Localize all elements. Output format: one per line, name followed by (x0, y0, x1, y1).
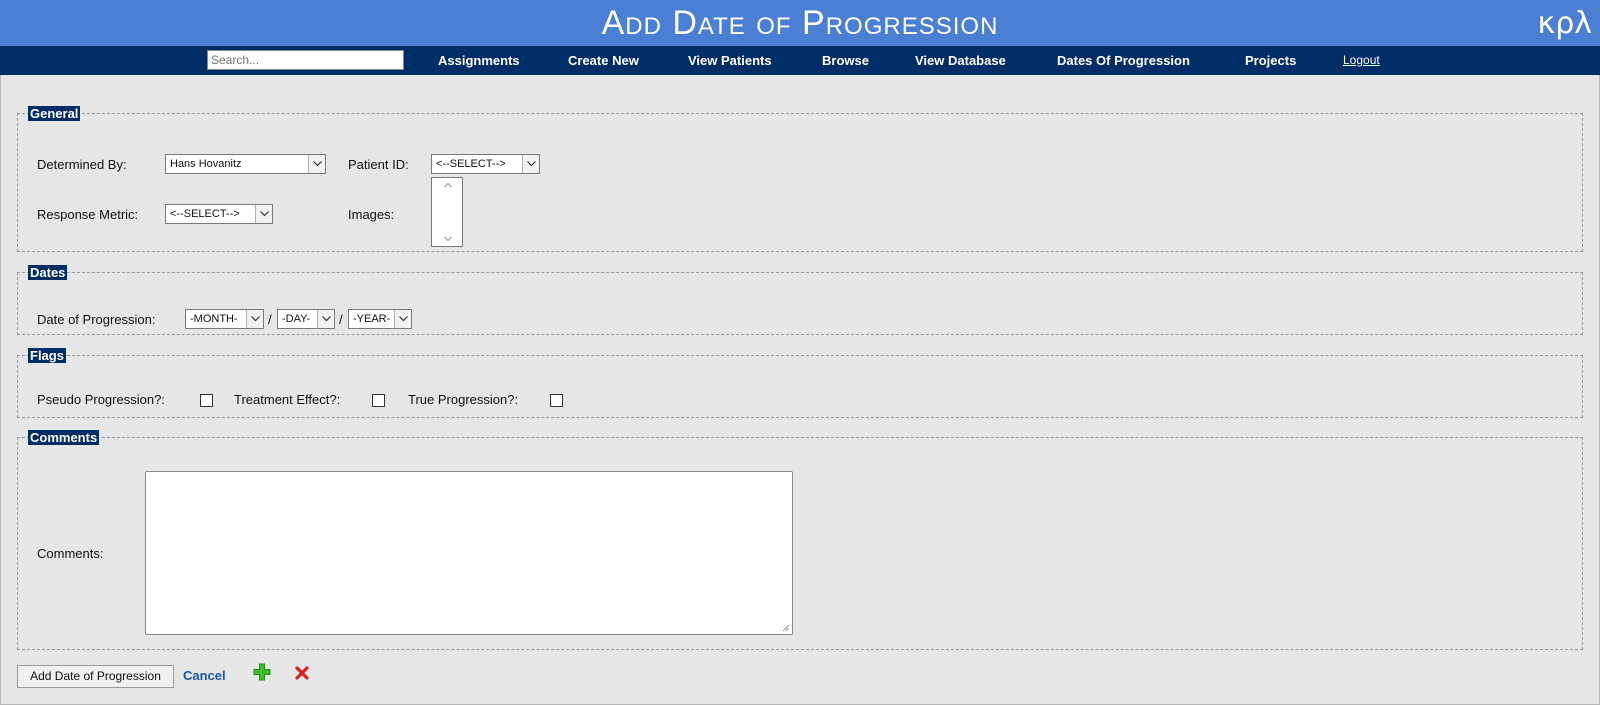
page-title: Add Date of Progression (601, 4, 999, 42)
determined-by-value: Hans Hovanitz (170, 158, 242, 170)
dates-section: Dates Date of Progression: -MONTH- / -DA… (17, 265, 1583, 335)
nav-item-assignments[interactable]: Assignments (438, 46, 520, 75)
logout-link[interactable]: Logout (1343, 46, 1380, 75)
nav-item-browse[interactable]: Browse (822, 46, 869, 75)
flags-section: Flags Pseudo Progression?: Treatment Eff… (17, 348, 1583, 418)
day-value: -DAY- (282, 313, 311, 325)
chevron-down-icon (255, 205, 272, 223)
flags-legend: Flags (28, 348, 66, 363)
determined-by-select[interactable]: Hans Hovanitz (165, 154, 326, 174)
title-bar: Add Date of Progression κρλ (0, 0, 1600, 46)
patient-id-select[interactable]: <--SELECT--> (431, 154, 540, 174)
plus-icon[interactable] (253, 663, 271, 681)
date-of-progression-label: Date of Progression: (37, 312, 156, 327)
true-progression-checkbox[interactable] (550, 394, 563, 407)
response-metric-label: Response Metric: (37, 207, 139, 222)
date-separator: / (339, 312, 343, 327)
chevron-up-icon[interactable] (444, 182, 452, 188)
nav-item-dates-of-progression[interactable]: Dates Of Progression (1057, 46, 1190, 75)
nav-bar: Assignments Create New View Patients Bro… (0, 46, 1600, 75)
close-icon[interactable] (294, 665, 310, 681)
general-section: General Determined By: Hans Hovanitz Pat… (17, 106, 1583, 252)
comments-section: Comments Comments: (17, 430, 1583, 650)
patient-id-value: <--SELECT--> (436, 158, 506, 170)
chevron-down-icon (308, 155, 325, 173)
nav-item-view-patients[interactable]: View Patients (688, 46, 772, 75)
chevron-down-icon (522, 155, 539, 173)
nav-item-create-new[interactable]: Create New (568, 46, 639, 75)
images-listbox[interactable] (431, 177, 463, 247)
treatment-effect-checkbox[interactable] (372, 394, 385, 407)
determined-by-label: Determined By: (37, 157, 127, 172)
date-separator: / (268, 312, 272, 327)
day-select[interactable]: -DAY- (277, 309, 335, 329)
images-label: Images: (348, 207, 395, 222)
response-metric-value: <--SELECT--> (170, 208, 240, 220)
nav-item-projects[interactable]: Projects (1245, 46, 1296, 75)
chevron-down-icon (246, 310, 263, 328)
comments-label: Comments: (37, 546, 104, 561)
comments-textarea[interactable] (145, 471, 793, 635)
response-metric-select[interactable]: <--SELECT--> (165, 204, 273, 224)
chevron-down-icon (394, 310, 411, 328)
chevron-down-icon[interactable] (444, 236, 452, 242)
search-input[interactable] (207, 50, 404, 70)
patient-id-label: Patient ID: (348, 157, 409, 172)
general-legend: General (28, 106, 81, 121)
month-value: -MONTH- (190, 313, 238, 325)
pseudo-progression-checkbox[interactable] (200, 394, 213, 407)
month-select[interactable]: -MONTH- (185, 309, 264, 329)
nav-item-view-database[interactable]: View Database (915, 46, 1006, 75)
chevron-down-icon (317, 310, 334, 328)
dates-legend: Dates (28, 265, 68, 280)
true-progression-label: True Progression?: (408, 392, 519, 407)
resize-grip-icon[interactable] (782, 624, 790, 632)
treatment-effect-label: Treatment Effect?: (234, 392, 341, 407)
cancel-link[interactable]: Cancel (183, 668, 226, 683)
year-value: -YEAR- (353, 313, 391, 325)
comments-legend: Comments (28, 430, 100, 445)
pseudo-progression-label: Pseudo Progression?: (37, 392, 165, 407)
add-date-of-progression-button[interactable]: Add Date of Progression (17, 665, 174, 688)
year-select[interactable]: -YEAR- (348, 309, 412, 329)
app-logo: κρλ (1537, 6, 1592, 41)
